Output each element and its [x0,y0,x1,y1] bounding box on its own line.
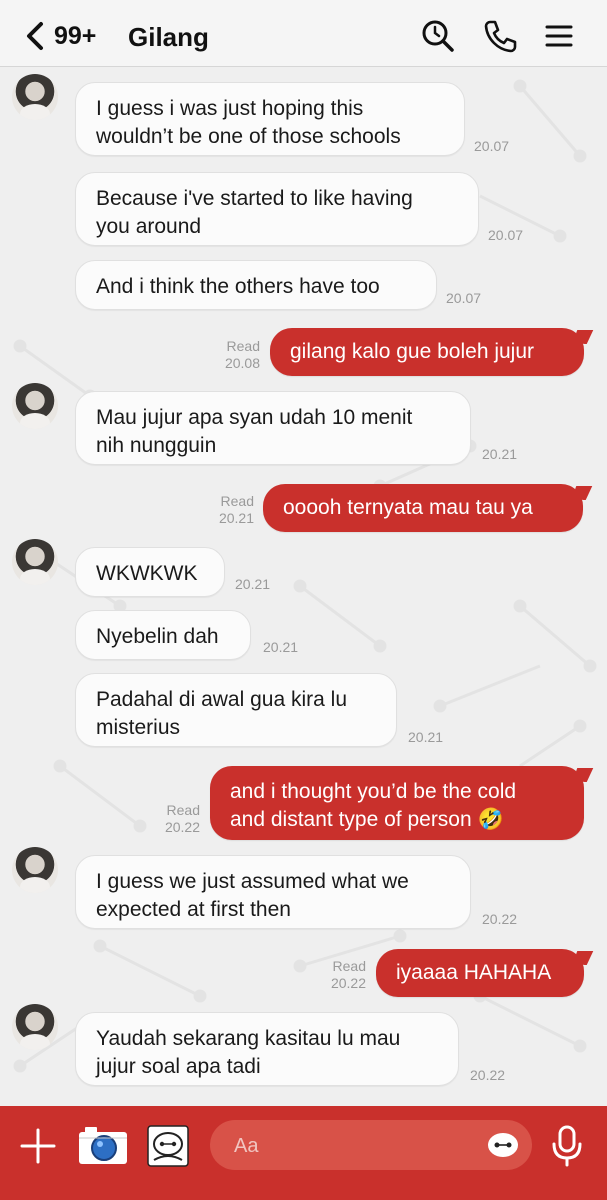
message-time: 20.21 [218,510,254,526]
chevron-left-icon [27,22,43,50]
incoming-message-bubble[interactable]: Yaudah sekarang kasitau lu mau jujur soa… [75,1012,459,1086]
message-list[interactable]: I guess i was just hoping this wouldn’t … [0,66,607,1106]
avatar[interactable] [12,1004,58,1050]
message-time: 20.21 [408,729,444,745]
outgoing-message-bubble[interactable]: and i thought you’d be the cold and dist… [210,766,584,840]
read-receipt: Read [220,493,254,509]
plus-icon [20,1128,56,1164]
message-time: 20.21 [263,639,299,655]
phone-icon [484,20,517,53]
back-button[interactable]: 99+ [24,18,124,54]
chat-header: 99+ Gilang [0,0,607,67]
read-receipt: Read [332,958,366,974]
search-button[interactable] [420,18,456,54]
call-button[interactable] [482,18,518,54]
incoming-message-bubble[interactable]: And i think the others have too [75,260,437,310]
avatar[interactable] [12,74,58,120]
contact-name: Gilang [128,22,209,52]
message-time: 20.22 [470,1067,506,1083]
camera-icon [79,1127,127,1164]
search-icon [422,20,454,52]
camera-button[interactable] [77,1124,129,1168]
incoming-message-bubble[interactable]: I guess we just assumed what we expected… [75,855,471,929]
menu-icon [545,25,573,47]
message-input[interactable] [232,1130,476,1162]
outgoing-message-bubble[interactable]: ooooh ternyata mau tau ya [263,484,583,532]
avatar[interactable] [12,383,58,429]
menu-button[interactable] [541,18,577,54]
message-time: 20.07 [488,227,524,243]
outgoing-message-bubble[interactable]: gilang kalo gue boleh jujur [270,328,584,376]
message-time: 20.22 [330,975,366,991]
emoji-icon[interactable] [486,1130,520,1160]
avatar[interactable] [12,847,58,893]
message-time: 20.22 [482,911,518,927]
voice-button[interactable] [550,1124,584,1168]
album-button[interactable] [146,1124,190,1168]
outgoing-message-bubble[interactable]: iyaaaa HAHAHA [376,949,584,997]
attach-button[interactable] [18,1126,58,1166]
message-time: 20.07 [446,290,482,306]
message-time: 20.21 [235,576,271,592]
read-receipt: Read [226,338,260,354]
incoming-message-bubble[interactable]: Padahal di awal gua kira lu misterius [75,673,397,747]
avatar[interactable] [12,539,58,585]
incoming-message-bubble[interactable]: Mau jujur apa syan udah 10 menit nih nun… [75,391,471,465]
composer-bar [0,1106,607,1200]
message-time: 20.07 [474,138,510,154]
incoming-message-bubble[interactable]: Because i've started to like having you … [75,172,479,246]
incoming-message-bubble[interactable]: WKWKWK [75,547,225,597]
message-time: 20.08 [224,355,260,371]
message-input-box[interactable] [210,1120,532,1170]
incoming-message-bubble[interactable]: I guess i was just hoping this wouldn’t … [75,82,465,156]
image-album-icon [147,1125,189,1167]
message-time: 20.21 [482,446,518,462]
read-receipt: Read [166,802,200,818]
unread-count: 99+ [54,21,97,50]
microphone-icon [552,1125,582,1167]
message-time: 20.22 [164,819,200,835]
incoming-message-bubble[interactable]: Nyebelin dah [75,610,251,660]
